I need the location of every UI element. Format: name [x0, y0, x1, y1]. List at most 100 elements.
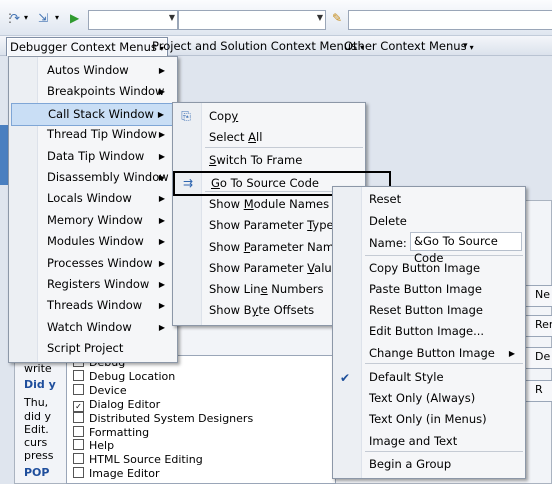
menu-item-label: Thread Tip Window [47, 127, 158, 142]
toolbar-categories-list[interactable]: DebugDebug LocationDevice✓Dialog EditorD… [66, 355, 336, 484]
menu-separator [365, 255, 523, 256]
checkbox[interactable] [73, 411, 84, 423]
start-icon[interactable]: ▶ [70, 11, 79, 25]
properties-icon[interactable]: ✎ [332, 11, 342, 25]
menu-item[interactable]: Default Style ✔ [333, 367, 525, 388]
dialog-button[interactable]: Rena [524, 315, 552, 337]
menu-item-label: Autos Window [47, 63, 129, 77]
menu-item[interactable]: Modules Window ▶ [11, 231, 175, 252]
other-context-menus[interactable]: Other Context Menus ▾ [341, 37, 477, 55]
chevron-down-icon[interactable]: ▾ [24, 11, 28, 25]
menu-item[interactable]: Memory Window ▶ [11, 210, 175, 231]
category-label: Formatting [89, 425, 150, 439]
redo-icon[interactable]: ↷ [10, 11, 20, 25]
menu-item-label: Show Byte Offsets [209, 303, 315, 317]
menu-item[interactable]: Call Stack Window ▶ [11, 102, 175, 126]
menu-item-label: Processes Window [47, 255, 153, 270]
menu-item[interactable]: Locals Window ▶ [11, 188, 175, 209]
menu-item-label: Show Module Names [209, 197, 330, 211]
news-text[interactable]: POP [24, 466, 49, 479]
news-text[interactable]: Did y [24, 378, 56, 391]
customize-button-menu: Reset Delete Name: Copy Button Image Paste B… [332, 186, 526, 479]
menu-item-label: Edit Button Image... [369, 324, 485, 338]
menu-item-label: Paste Button Image [369, 282, 482, 296]
menu-item[interactable]: Edit Button Image... [333, 321, 525, 342]
menu-item-label: Show Line Numbers [209, 282, 324, 296]
category-row[interactable]: Formatting [73, 425, 150, 440]
menu-separator [365, 451, 523, 452]
menu-item[interactable]: Data Tip Window ▶ [11, 146, 175, 167]
dialog-button[interactable]: De [524, 347, 552, 369]
checkbox[interactable] [73, 425, 84, 437]
menu-item[interactable]: Thread Tip Window ▶ [11, 124, 175, 145]
menu-item[interactable]: Text Only (Always) [333, 388, 525, 409]
checkbox[interactable] [73, 453, 84, 465]
menu-item-label: Default Style [369, 370, 444, 384]
category-row[interactable]: Help [73, 439, 114, 453]
checkbox[interactable] [73, 439, 84, 451]
category-row[interactable]: Debug Location [73, 369, 176, 384]
debugger-menu: Autos Window ▶ Breakpoints Window ▶ Call Sta… [8, 56, 178, 363]
menu-item[interactable]: Threads Window ▶ [11, 295, 175, 316]
news-text: write [24, 362, 52, 375]
toolbar-overflow-icon[interactable]: ▾ [463, 41, 468, 51]
menu-item[interactable]: Processes Window ▶ [11, 253, 175, 274]
menu-item[interactable]: Copy ⎘ [173, 106, 365, 127]
menu-item-label: Call Stack Window [48, 106, 154, 121]
menu-item[interactable]: Reset [333, 189, 525, 210]
menu-item-label: Breakpoints Window [47, 84, 165, 99]
solution-platform-combo[interactable]: ▼ [178, 10, 326, 30]
debugger-context-menus[interactable]: Debugger Context Menus ▾ [6, 37, 168, 56]
checkbox[interactable] [73, 383, 84, 395]
copy-icon: ⎘ [181, 109, 191, 123]
menu-item[interactable]: Paste Button Image [333, 279, 525, 300]
category-row[interactable]: ✓ Dialog Editor [73, 398, 160, 412]
category-row[interactable]: HTML Source Editing [73, 453, 203, 467]
category-label: Distributed System Designers [89, 411, 254, 425]
menu-item[interactable]: Switch To Frame [173, 150, 365, 171]
menu-item[interactable]: Reset Button Image [333, 300, 525, 321]
chevron-right-icon: ▶ [157, 109, 164, 119]
name-field[interactable]: &Go To Source Code [410, 232, 522, 265]
menu-item-label: Show Parameter Types [209, 218, 340, 232]
menu-item[interactable]: Begin a Group [333, 454, 525, 475]
chevron-right-icon: ▶ [158, 258, 165, 268]
menu-item[interactable]: Breakpoints Window ▶ [11, 81, 175, 102]
find-combo[interactable] [348, 10, 552, 30]
menu-item[interactable]: Watch Window ▶ [11, 317, 175, 338]
category-label: HTML Source Editing [89, 453, 203, 467]
project-solution-context-menus[interactable]: Project and Solution Context Menus ▾ [149, 37, 367, 55]
dialog-button[interactable]: Ne [524, 285, 552, 307]
import-icon[interactable]: ⇲ [38, 11, 48, 25]
category-row[interactable]: Image Editor [73, 467, 160, 481]
category-label: Device [89, 383, 127, 397]
menu-item[interactable]: Autos Window ▶ [11, 60, 175, 81]
menu-item[interactable]: Select All [173, 127, 365, 148]
checkbox[interactable] [73, 467, 84, 479]
menu-item[interactable]: Delete [333, 211, 525, 232]
menu-item[interactable]: Text Only (in Menus) [333, 409, 525, 430]
menu-item-label: Show Parameter Names [209, 240, 348, 254]
dialog-button[interactable]: R [524, 380, 552, 402]
menu-item-label: Image and Text [369, 434, 458, 448]
menu-separator [365, 363, 523, 364]
category-label: Dialog Editor [89, 397, 161, 411]
menu-item[interactable]: Registers Window ▶ [11, 274, 175, 295]
menu-item-label: Memory Window [47, 212, 143, 227]
menu-item[interactable]: Image and Text [333, 431, 525, 452]
chevron-down-icon[interactable]: ▾ [55, 11, 59, 25]
chevron-right-icon: ▶ [158, 173, 165, 182]
category-label: Debug Location [89, 369, 176, 383]
news-text: press [24, 449, 54, 462]
chevron-right-icon: ▶ [158, 301, 165, 311]
menu-item[interactable]: Disassembly Window ▶ [11, 167, 175, 188]
menu-item[interactable]: Change Button Image ▶ [333, 343, 525, 364]
standard-toolbar: ⋮ ↷ ▾ ⇲ ▾ ▶ ▼ ▼ ✎ [0, 0, 552, 36]
category-row[interactable]: Distributed System Designers [73, 411, 254, 426]
category-row[interactable]: Device [73, 383, 127, 398]
checkbox[interactable]: ✓ [73, 400, 84, 412]
menu-item[interactable]: Script Project [11, 338, 175, 359]
chevron-right-icon: ▶ [158, 66, 165, 75]
checkbox[interactable] [73, 369, 84, 381]
solution-configuration-combo[interactable]: ▼ [88, 10, 178, 30]
